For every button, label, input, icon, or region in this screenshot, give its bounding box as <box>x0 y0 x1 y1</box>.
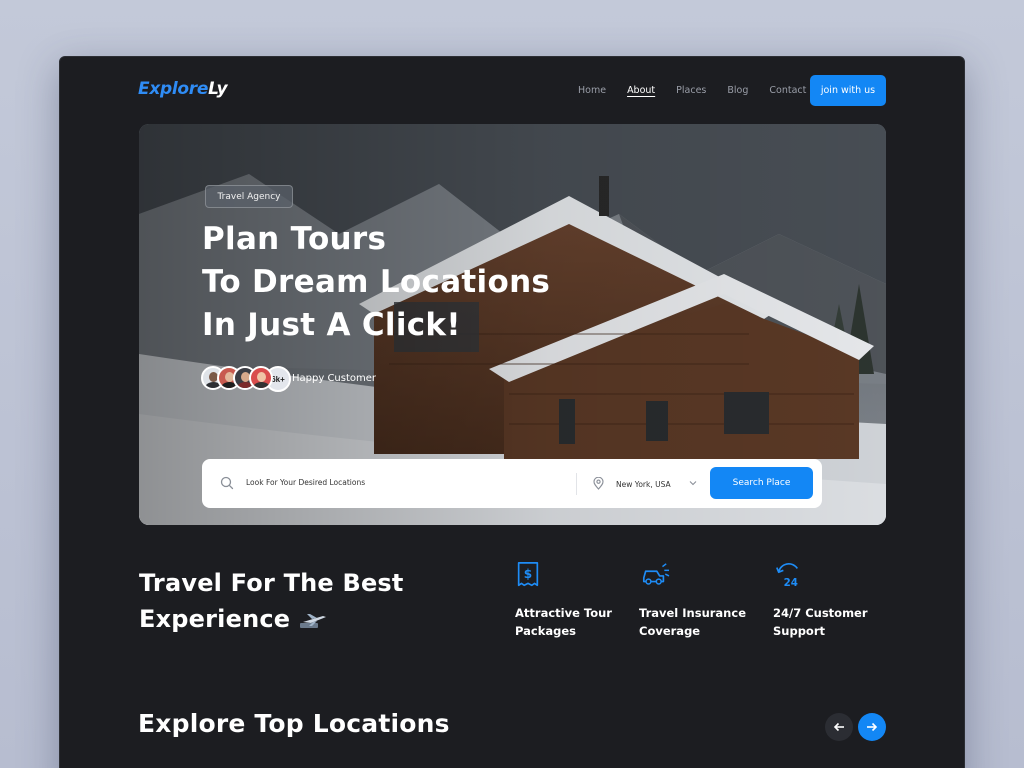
feature-label-line1: 24/7 Customer <box>773 606 868 620</box>
search-place-button[interactable]: Search Place <box>710 467 813 499</box>
nav-item-contact[interactable]: Contact <box>769 85 806 96</box>
experience-title-line-1: Travel For The Best <box>139 569 404 597</box>
logo-text-part2: Ly <box>208 79 228 99</box>
receipt-dollar-icon: $ <box>517 562 539 587</box>
nav-item-places[interactable]: Places <box>676 85 706 96</box>
feature-label-line2: Support <box>773 624 826 638</box>
logo-text-part1: Explore <box>138 79 209 99</box>
search-bar: Look For Your Desired Locations New York… <box>202 459 822 508</box>
arrow-right-icon <box>867 722 878 732</box>
fast-car-icon <box>642 563 670 585</box>
feature-support: 24 24/7 Customer Support <box>773 561 903 640</box>
travel-agency-badge: Travel Agency <box>205 185 293 208</box>
24-hours-icon: 24 <box>776 563 799 589</box>
main-nav: Home About Places Blog Contact <box>578 85 827 96</box>
headline-line-3: In Just A Click! <box>202 307 461 343</box>
feature-label-line2: Coverage <box>639 624 701 638</box>
nav-item-about[interactable]: About <box>627 85 655 96</box>
feature-label-line2: Packages <box>515 624 576 638</box>
feature-insurance: Travel Insurance Coverage <box>639 561 769 640</box>
chevron-down-icon[interactable] <box>689 480 697 486</box>
feature-tour-packages: $ Attractive Tour Packages <box>515 561 645 640</box>
search-icon <box>220 476 234 490</box>
hero-banner: Travel Agency Plan Tours To Dream Locati… <box>139 124 886 525</box>
feature-label-line1: Attractive Tour <box>515 606 612 620</box>
location-pin-icon <box>593 477 604 490</box>
svg-text:24: 24 <box>784 577 798 589</box>
join-button[interactable]: join with us <box>810 75 886 106</box>
explore-locations-title: Explore Top Locations <box>138 709 450 738</box>
carousel-next-button[interactable] <box>858 713 886 741</box>
search-divider <box>576 473 577 495</box>
search-input[interactable]: Look For Your Desired Locations <box>246 478 365 487</box>
logo[interactable]: ExploreLy <box>138 79 228 99</box>
svg-text:$: $ <box>524 567 532 581</box>
carousel-prev-button[interactable] <box>825 713 853 741</box>
headline-line-2: To Dream Locations <box>202 264 551 300</box>
avatar <box>249 366 273 390</box>
experience-title: Travel For The Best Experience <box>139 565 404 637</box>
airplane-icon <box>299 614 326 628</box>
headline-line-1: Plan Tours <box>202 221 387 257</box>
nav-item-home[interactable]: Home <box>578 85 606 96</box>
customer-avatars: 6k+ <box>201 366 291 392</box>
experience-title-line-2: Experience <box>139 601 404 637</box>
arrow-left-icon <box>833 722 844 732</box>
feature-label-line1: Travel Insurance <box>639 606 746 620</box>
hero-headline: Plan Tours To Dream Locations In Just A … <box>202 218 550 347</box>
location-select[interactable]: New York, USA <box>616 480 671 489</box>
nav-item-blog[interactable]: Blog <box>727 85 748 96</box>
browser-frame: ExploreLy Home About Places Blog Contact… <box>59 56 965 768</box>
happy-customer-label: Happy Customer <box>292 373 377 384</box>
